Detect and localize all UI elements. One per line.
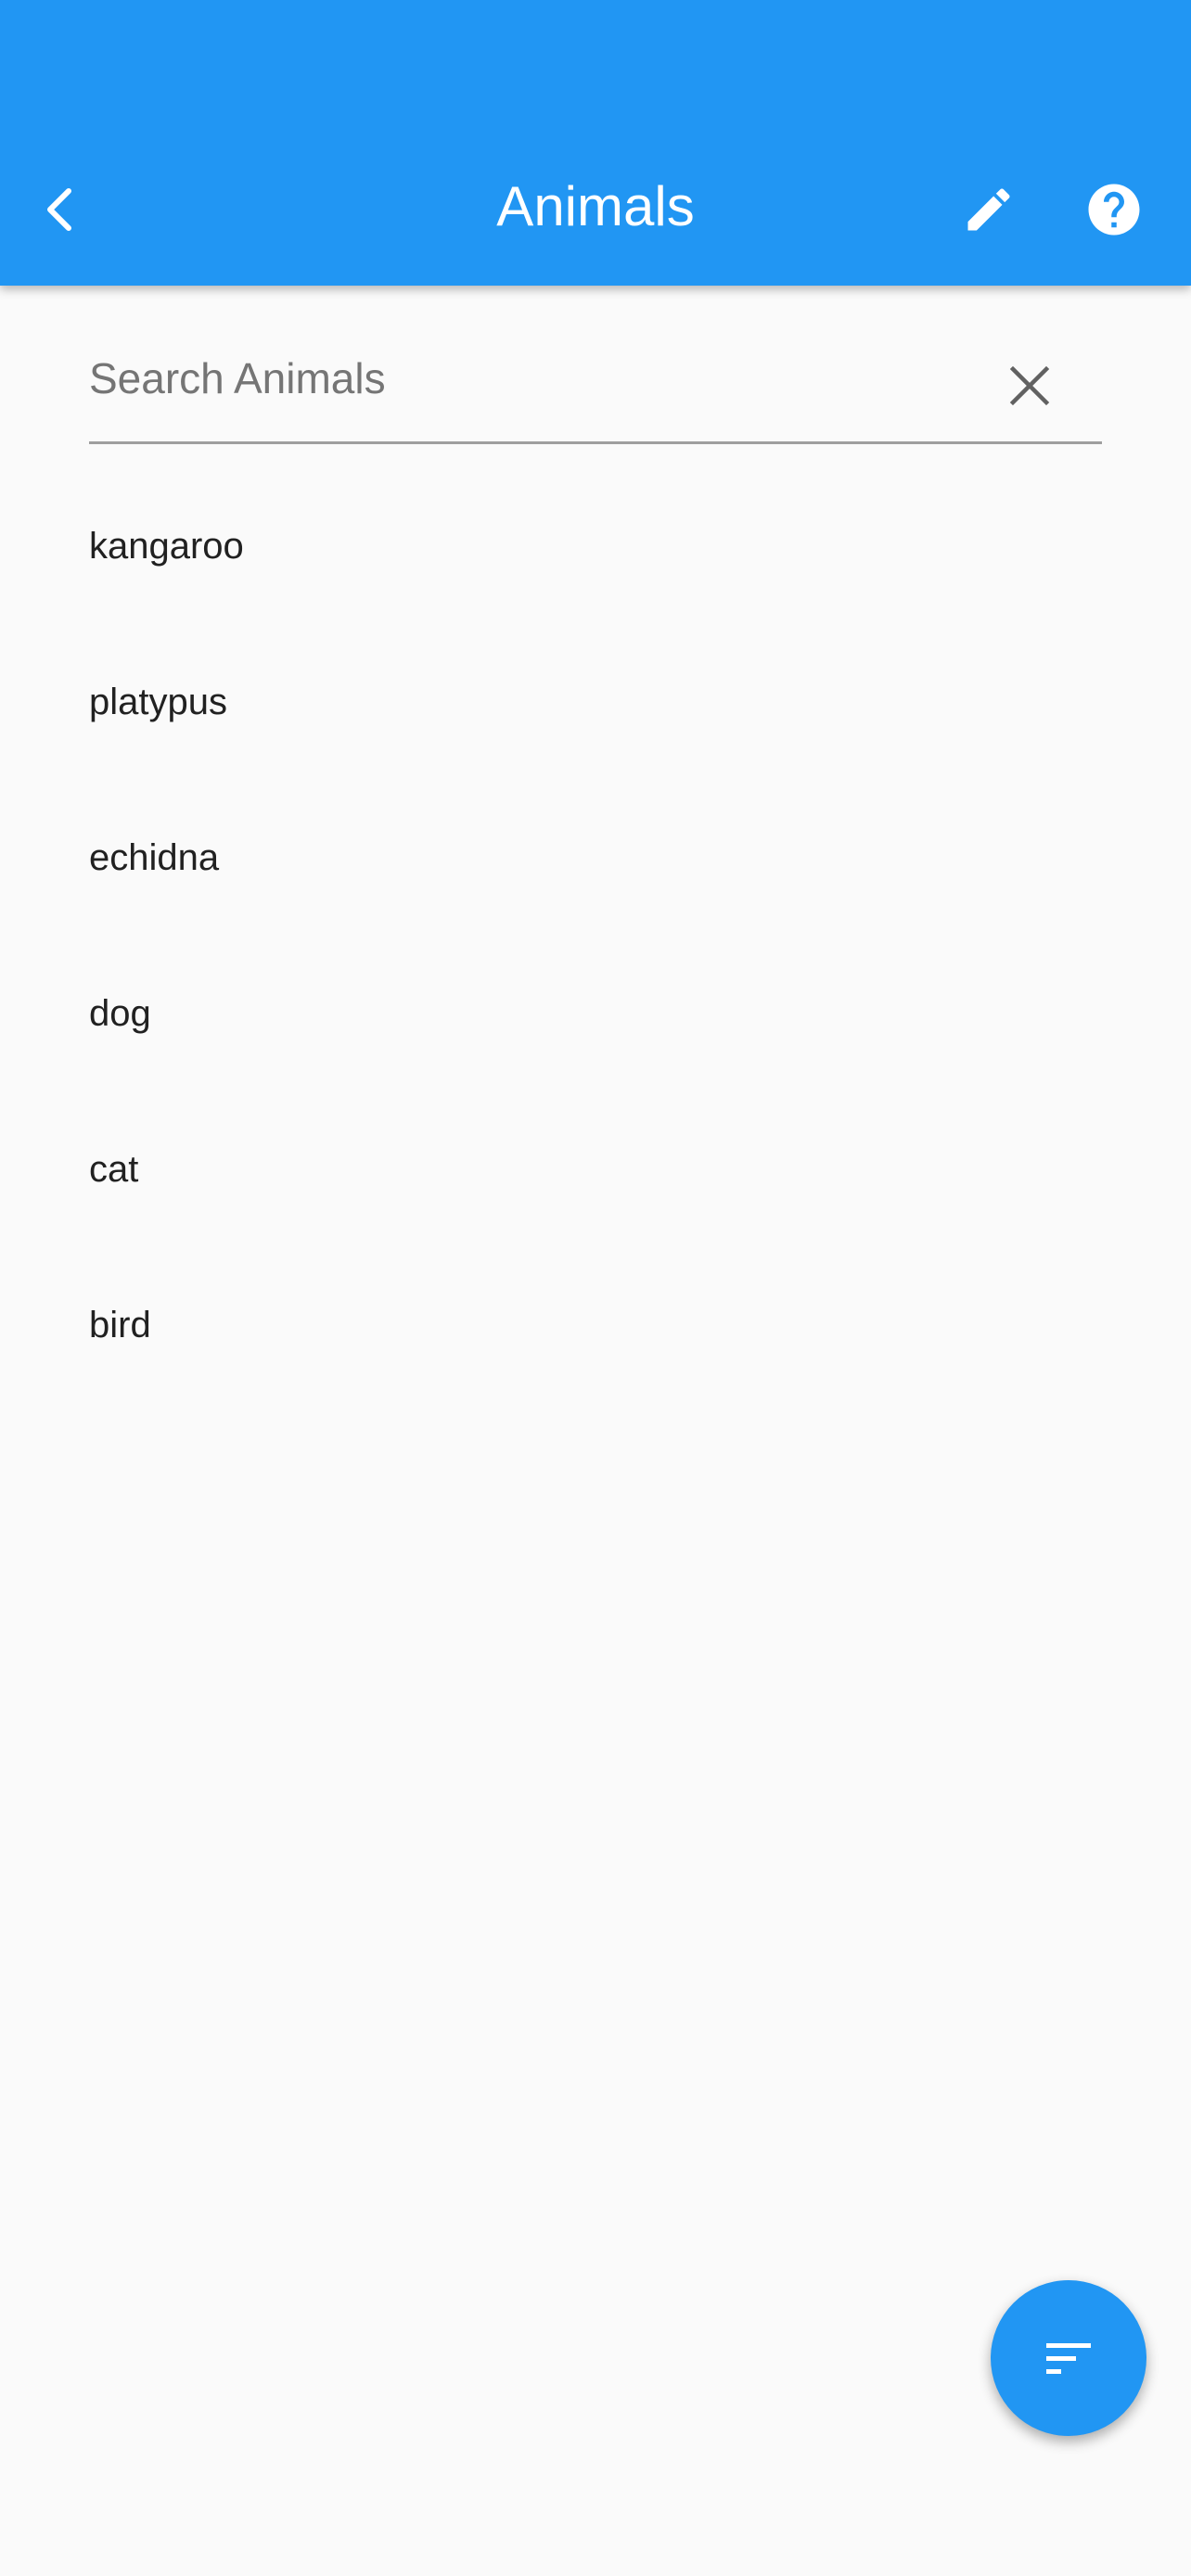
list-item-label: bird (89, 1304, 151, 1345)
search-input[interactable] (89, 341, 942, 415)
sort-icon (1046, 2343, 1091, 2374)
help-circle-icon (1088, 184, 1140, 236)
list-item-label: echidna (89, 836, 220, 878)
pencil-icon (967, 188, 1010, 231)
clear-search-button[interactable] (985, 341, 1074, 430)
list-item-label: cat (89, 1148, 139, 1190)
close-icon (1009, 365, 1050, 406)
help-button[interactable] (1069, 165, 1159, 254)
app-bar: Animals (0, 0, 1191, 286)
list-item-label: platypus (89, 681, 227, 722)
sort-button[interactable] (991, 2280, 1146, 2436)
animal-list: kangaroo platypus echidna dog cat bird (0, 468, 1191, 1403)
list-item[interactable]: kangaroo (0, 468, 1191, 624)
list-item-label: kangaroo (89, 525, 244, 567)
list-item[interactable]: cat (0, 1091, 1191, 1247)
search-field (89, 315, 1102, 444)
list-item[interactable]: dog (0, 936, 1191, 1091)
list-item[interactable]: platypus (0, 624, 1191, 780)
list-item[interactable]: echidna (0, 780, 1191, 936)
list-item-label: dog (89, 992, 151, 1034)
list-item[interactable]: bird (0, 1247, 1191, 1403)
edit-button[interactable] (944, 165, 1033, 254)
